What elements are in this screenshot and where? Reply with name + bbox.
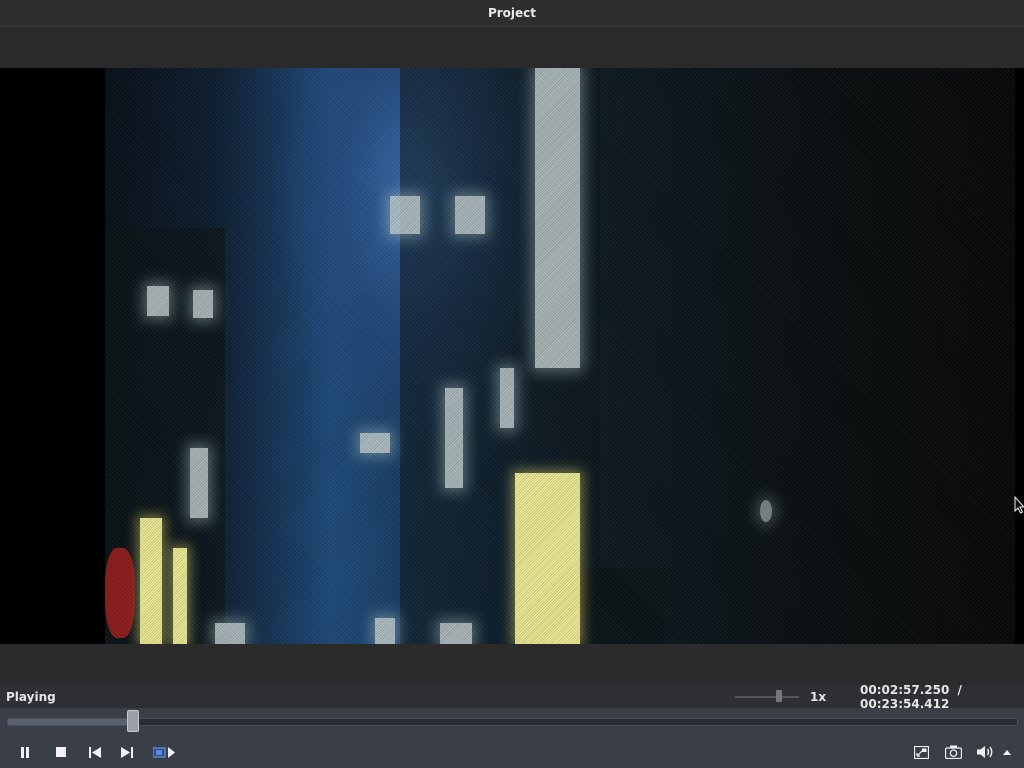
skip-next-icon: [121, 746, 133, 758]
seek-bar[interactable]: [7, 718, 1018, 726]
seek-bar-handle[interactable]: [126, 710, 139, 732]
scene-window-7: [190, 448, 208, 518]
speed-slider-track[interactable]: [735, 696, 799, 698]
seek-area: [0, 708, 1024, 734]
seek-bar-progress: [8, 719, 133, 725]
scene-ground-light-2: [375, 618, 395, 644]
scene-window-3: [147, 286, 169, 316]
volume-menu-button[interactable]: [1001, 743, 1013, 761]
scene-sign-left: [140, 518, 162, 644]
scene-light-tall: [535, 68, 580, 368]
volume-button[interactable]: [977, 743, 995, 761]
scene-window-6: [500, 368, 514, 428]
stop-button[interactable]: [52, 743, 70, 761]
scene-building-left: [105, 228, 225, 644]
scene-sign-right: [515, 473, 580, 644]
previous-button[interactable]: [86, 743, 104, 761]
mouse-cursor-icon: [1014, 496, 1024, 514]
status-bar: Playing 1x 00:02:57.250 / 00:23:54.412: [0, 683, 1024, 711]
scene-building-right: [535, 568, 665, 644]
scene-ground-light-3: [440, 623, 472, 644]
stop-icon: [56, 747, 66, 757]
control-bar: [0, 734, 1024, 768]
fullscreen-icon: [913, 745, 929, 759]
playback-speed[interactable]: 1x: [810, 690, 826, 704]
fullscreen-button[interactable]: [912, 743, 930, 761]
scene-ground-light-1: [215, 623, 245, 644]
time-display: 00:02:57.250 / 00:23:54.412: [860, 683, 1024, 711]
window-title: Project: [487, 6, 537, 20]
scene-window-4: [193, 290, 213, 318]
video-frame: [105, 68, 1015, 644]
scene-window-2: [455, 196, 485, 234]
camera-icon: [944, 745, 962, 759]
video-area[interactable]: [0, 68, 1024, 644]
volume-icon: [977, 746, 993, 758]
playback-status: Playing: [6, 690, 56, 704]
pause-button[interactable]: [16, 743, 34, 761]
scene-window-1: [390, 196, 420, 234]
skip-previous-icon: [89, 746, 101, 758]
scene-building-center: [400, 68, 600, 644]
scene-window-5: [445, 388, 463, 488]
title-bar: Project: [0, 0, 1024, 27]
next-button[interactable]: [118, 743, 136, 761]
toolbar: [0, 27, 1024, 68]
current-time: 00:02:57.250: [860, 683, 950, 697]
frame-step-icon: [153, 746, 175, 758]
frame-step-button[interactable]: [152, 743, 176, 761]
time-separator: /: [957, 683, 962, 697]
scene-sign-left-2: [173, 548, 187, 644]
speed-slider-handle[interactable]: [776, 690, 782, 702]
pause-icon: [21, 746, 29, 758]
scene-figure: [760, 500, 772, 522]
scene-window-8: [360, 433, 390, 453]
scene-red-lights: [105, 548, 135, 638]
caret-up-icon: [1003, 749, 1011, 755]
snapshot-button[interactable]: [944, 743, 962, 761]
